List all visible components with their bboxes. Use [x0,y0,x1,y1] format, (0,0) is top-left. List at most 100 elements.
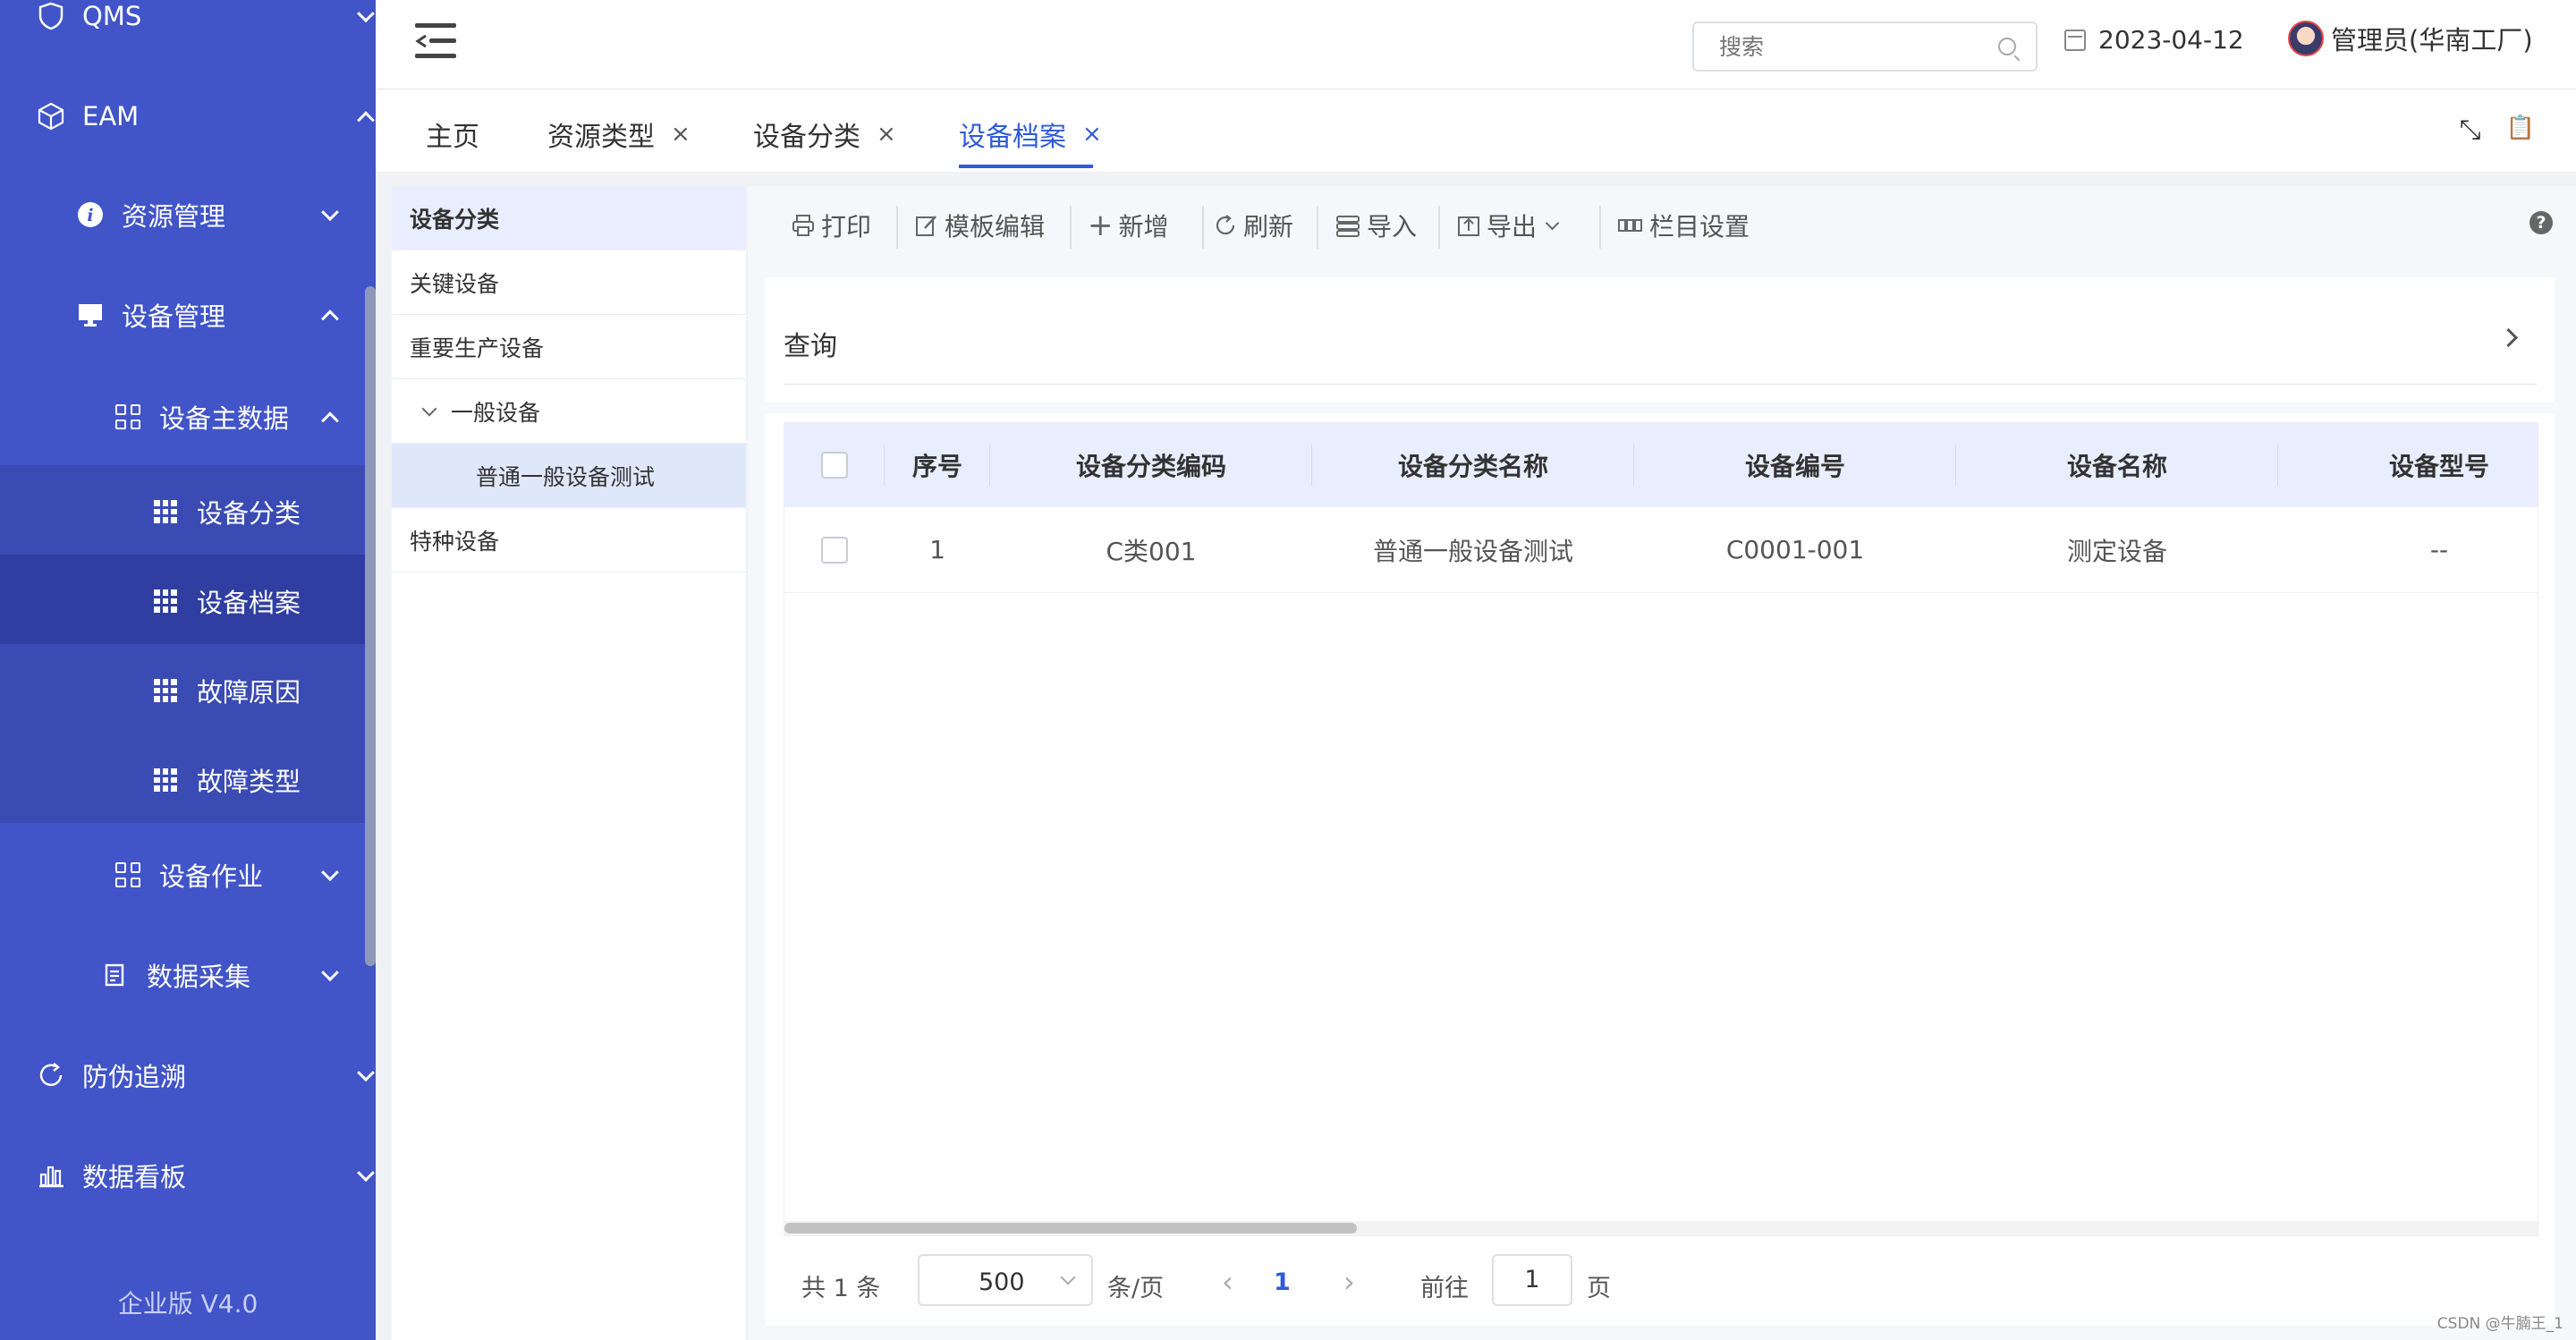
menu-item-equipment-management[interactable]: 设备管理 [75,295,376,335]
chevron-up-icon [321,411,339,430]
tree-node-special-equipment[interactable]: 特种设备 [392,508,746,572]
menu-item-data-collection[interactable]: 数据采集 [100,955,376,995]
menu-label: 数据看板 [82,1162,187,1192]
search-box[interactable] [1692,21,2038,72]
calendar-icon [2064,29,2086,51]
toolbar-divider [896,206,898,249]
sidebar: QMS EAM i 资源管理 设备管理 设备主数据 设备分类 设备档案 故障原因… [0,0,376,1340]
shield-icon [36,1,66,31]
tab-home[interactable]: 主页 [426,114,479,154]
tab-label: 设备档案 [959,122,1066,153]
tree-node-important-production-equipment[interactable]: 重要生产设备 [392,315,746,379]
tree-node-key-equipment[interactable]: 关键设备 [392,250,746,315]
menu-item-resource-management[interactable]: i 资源管理 [75,195,376,234]
tab-label: 资源类型 [547,122,655,153]
menu-item-equipment-master-data[interactable]: 设备主数据 [113,397,376,437]
column-header[interactable]: 设备编号 [1634,423,1956,507]
tree-node-general-equipment-test[interactable]: 普通一般设备测试 [392,444,746,508]
column-header[interactable]: 设备型号 [2278,423,2538,507]
menu-item-eam[interactable]: EAM [36,97,376,136]
table-header: 序号 设备分类编码 设备分类名称 设备编号 设备名称 设备型号 [784,423,2538,507]
horizontal-scrollbar[interactable] [784,1221,2538,1235]
grid-icon [150,496,181,527]
current-page[interactable]: 1 [1274,1268,1291,1296]
user-menu[interactable]: 管理员(华南工厂) [2288,20,2533,57]
pagination: 共 1 条 500 条/页 ‹ 1 › 前往 1 页 [784,1245,2537,1317]
row-select[interactable] [784,507,885,592]
print-button[interactable]: 打印 [791,208,871,243]
menu-item-qms[interactable]: QMS [36,0,376,34]
search-input[interactable] [1719,23,1987,70]
export-icon [1458,216,1479,236]
table-cell: C0001-001 [1725,535,1865,564]
tab-equipment-category[interactable]: 设备分类 × [753,114,896,154]
close-icon[interactable]: × [877,121,896,148]
chevron-right-icon[interactable] [2498,327,2519,348]
table-row[interactable]: 1 C类001 普通一般设备测试 C0001-001 测定设备 -- [784,507,2538,593]
column-header[interactable]: 序号 [885,423,990,507]
svg-text:i: i [87,206,93,225]
chevron-down-icon[interactable] [421,401,437,416]
info-icon: i [75,199,106,230]
tab-equipment-archive[interactable]: 设备档案 × [959,114,1102,154]
cube-icon [36,101,66,131]
export-button[interactable]: 导出 [1456,208,1560,243]
checkbox[interactable] [821,536,848,564]
column-header[interactable]: 设备分类编码 [990,423,1312,507]
close-icon[interactable]: × [1082,121,1102,148]
help-icon[interactable]: ? [2529,211,2553,234]
menu-item-fault-cause[interactable]: 故障原因 [150,671,376,710]
tree-node-general-equipment[interactable]: 一般设备 [392,379,746,444]
prev-page-icon[interactable]: ‹ [1222,1265,1233,1299]
clipboard-icon[interactable]: 📋 [2506,114,2535,146]
apps-icon [113,402,143,432]
next-page-icon[interactable]: › [1343,1265,1355,1299]
category-tree-title: 设备分类 [392,186,746,250]
menu-toggle-icon[interactable] [415,23,456,59]
toolbar-divider [1599,206,1601,249]
search-icon[interactable] [1998,38,2016,55]
menu-item-fault-type[interactable]: 故障类型 [150,760,376,800]
column-settings-button[interactable]: 栏目设置 [1617,208,1750,243]
tree-node-label: 一般设备 [451,399,541,426]
goto-page-input[interactable]: 1 [1492,1254,1572,1306]
menu-item-equipment-category[interactable]: 设备分类 [150,492,376,531]
menu-item-data-dashboard[interactable]: 数据看板 [36,1156,376,1195]
menu-item-equipment-archive[interactable]: 设备档案 [150,581,376,621]
refresh-button[interactable]: 刷新 [1213,208,1293,243]
query-panel[interactable]: 查询 [766,277,2555,403]
user-name: 管理员(华南工厂) [2331,25,2533,55]
import-button[interactable]: 导入 [1335,208,1417,243]
fullscreen-icon[interactable]: ⤡ [2460,114,2481,146]
column-header[interactable]: 设备名称 [1956,423,2278,507]
template-edit-button[interactable]: 模板编辑 [914,208,1045,243]
sidebar-scrollbar[interactable] [365,286,376,966]
menu-label: 故障原因 [197,677,301,708]
tab-bar: 主页 资源类型 × 设备分类 × 设备档案 × ⤡ 📋 [376,89,2576,172]
close-icon[interactable]: × [671,121,691,148]
page-size-select[interactable]: 500 [918,1254,1093,1306]
add-button[interactable]: + 新增 [1088,208,1169,243]
chevron-down-icon [357,1064,375,1082]
chevron-down-icon [1545,216,1560,230]
table-card: 序号 设备分类编码 设备分类名称 设备编号 设备名称 设备型号 1 C类001 … [766,413,2555,1326]
category-tree-panel: 设备分类 关键设备 重要生产设备 一般设备 普通一般设备测试 特种设备 [392,186,746,1340]
menu-label: 防伪追溯 [82,1062,187,1092]
monitor-icon [75,300,106,330]
grid-icon [150,586,181,616]
table-cell: 普通一般设备测试 [1372,536,1573,566]
tab-label: 设备分类 [753,122,860,153]
refresh-icon [36,1060,66,1090]
menu-item-equipment-operation[interactable]: 设备作业 [113,855,376,895]
menu-item-anti-counterfeit-trace[interactable]: 防伪追溯 [36,1056,376,1095]
printer-icon [792,215,814,236]
table-cell: 1 [929,535,945,564]
header-select-all[interactable] [784,423,885,507]
menu-label: 设备主数据 [159,403,290,434]
checkbox[interactable] [821,452,848,479]
column-header[interactable]: 设备分类名称 [1312,423,1634,507]
document-icon [100,960,131,990]
tab-resource-type[interactable]: 资源类型 × [547,114,691,154]
columns-icon [1618,219,1642,232]
scrollbar-thumb[interactable] [784,1223,1357,1234]
